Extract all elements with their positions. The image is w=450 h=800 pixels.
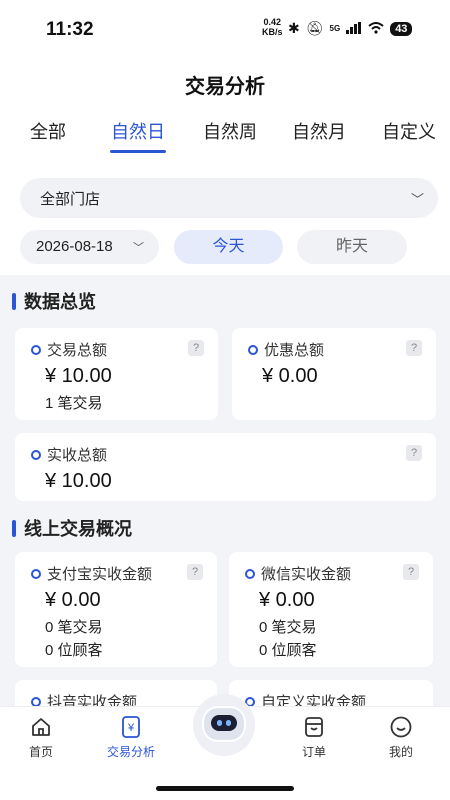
date-picker[interactable]: 2026-08-18 ﹀ (20, 230, 159, 264)
help-icon[interactable]: ? (187, 564, 203, 580)
tab-all[interactable]: 全部 (30, 118, 66, 144)
card-count: 0 笔交易 (45, 619, 103, 636)
help-icon[interactable]: ? (188, 340, 204, 356)
overview-heading: 数据总览 (12, 288, 96, 314)
battery-icon: 43 (390, 21, 413, 36)
card-received-total[interactable]: 实收总额 ? ¥ 10.00 (15, 433, 436, 501)
online-heading: 线上交易概况 (12, 515, 132, 541)
wifi-icon (368, 21, 384, 37)
help-icon[interactable]: ? (403, 564, 419, 580)
help-icon[interactable]: ? (406, 445, 422, 461)
card-value: ¥ 0.00 (259, 589, 315, 611)
tab-natural-week[interactable]: 自然周 (203, 118, 257, 144)
card-value: ¥ 0.00 (45, 589, 101, 611)
help-icon[interactable]: ? (406, 340, 422, 356)
bullet-icon (245, 569, 255, 579)
store-dropdown[interactable]: 全部门店 ﹀ (20, 178, 438, 218)
period-tabs: 全部 自然日 自然周 自然月 自定义 (0, 118, 450, 158)
mute-icon: 🔕︎ (305, 20, 324, 36)
robot-assistant-button[interactable] (193, 694, 255, 756)
robot-assistant-icon (202, 706, 246, 742)
nav-orders[interactable]: 订单 (279, 715, 349, 760)
bullet-icon (31, 450, 41, 460)
order-icon (302, 715, 326, 739)
nav-mine[interactable]: 我的 (366, 715, 436, 760)
status-time: 11:32 (46, 19, 94, 40)
card-transaction-total[interactable]: 交易总额 ? ¥ 10.00 1 笔交易 (15, 328, 218, 420)
bullet-icon (248, 345, 258, 355)
chevron-down-icon: ﹀ (133, 242, 144, 254)
card-discount-total[interactable]: 优惠总额 ? ¥ 0.00 (232, 328, 436, 420)
card-value: ¥ 0.00 (262, 365, 318, 387)
card-value: ¥ 10.00 (45, 365, 112, 387)
today-button[interactable]: 今天 (174, 230, 283, 264)
card-wechat[interactable]: 微信实收金额 ? ¥ 0.00 0 笔交易 0 位顾客 (229, 552, 433, 667)
bluetooth-icon: ✱ (288, 20, 300, 36)
smile-icon (389, 715, 413, 739)
signal-bars-icon (346, 21, 362, 37)
card-alipay[interactable]: 支付宝实收金额 ? ¥ 0.00 0 笔交易 0 位顾客 (15, 552, 217, 667)
date-picker-value: 2026-08-18 (36, 238, 113, 255)
yesterday-button[interactable]: 昨天 (297, 230, 407, 264)
net-speed: 0.42 KB/s (262, 17, 283, 37)
bullet-icon (31, 569, 41, 579)
tab-natural-month[interactable]: 自然月 (292, 118, 346, 144)
card-count: 1 笔交易 (45, 395, 103, 412)
page-title: 交易分析 (185, 76, 265, 98)
home-icon (29, 715, 53, 739)
svg-text:¥: ¥ (127, 722, 135, 734)
home-indicator[interactable] (156, 786, 294, 791)
chevron-down-icon: ﹀ (410, 192, 424, 207)
active-tab-indicator (110, 150, 166, 153)
tab-natural-day[interactable]: 自然日 (111, 118, 165, 144)
card-customers: 0 位顾客 (45, 642, 103, 659)
card-customers: 0 位顾客 (259, 642, 317, 659)
card-count: 0 笔交易 (259, 619, 317, 636)
nav-home[interactable]: 首页 (6, 715, 76, 760)
tab-custom[interactable]: 自定义 (382, 118, 436, 144)
bullet-icon (31, 345, 41, 355)
status-bar: 11:32 0.42 KB/s ✱ 🔕︎ 5G 43 (0, 0, 450, 60)
card-value: ¥ 10.00 (45, 470, 112, 492)
signal-icon: 5G (329, 24, 341, 33)
yuan-icon: ¥ (119, 715, 143, 739)
nav-transaction-analysis[interactable]: ¥ 交易分析 (96, 715, 166, 760)
store-dropdown-value: 全部门店 (40, 191, 101, 208)
